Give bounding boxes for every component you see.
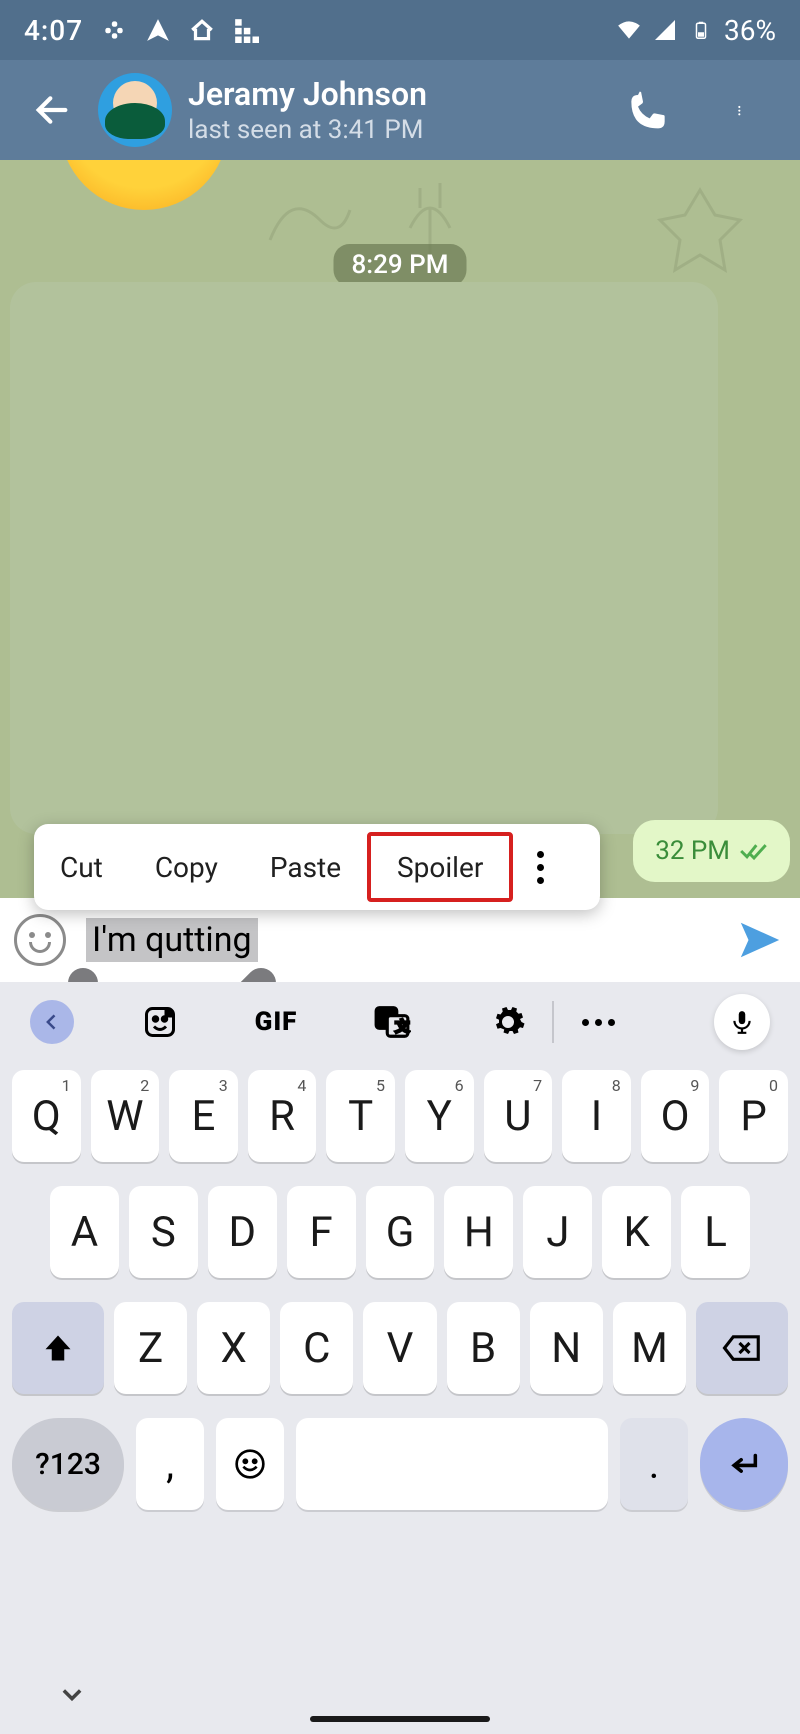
message-time: 32 PM — [655, 836, 730, 866]
key-a[interactable]: A — [50, 1186, 119, 1278]
context-paste[interactable]: Paste — [244, 824, 367, 910]
key-space[interactable] — [296, 1418, 608, 1510]
bars-icon — [233, 17, 259, 43]
key-s[interactable]: S — [129, 1186, 198, 1278]
chat-header: Jeramy Johnson last seen at 3:41 PM — [0, 60, 800, 160]
key-o[interactable]: O9 — [641, 1070, 710, 1162]
chat-body[interactable]: 8:29 PM 32 PM — [0, 160, 800, 898]
nav-bar[interactable] — [310, 1716, 490, 1722]
keyboard: GIF 文 Q1W2E3R4T5Y6U7I8O9P0 ASDFGHJKL ZXC… — [0, 982, 800, 1734]
contact-status: last seen at 3:41 PM — [188, 115, 427, 145]
key-m[interactable]: M — [613, 1302, 686, 1394]
key-e[interactable]: E3 — [169, 1070, 238, 1162]
contact-avatar[interactable] — [98, 73, 172, 147]
kb-collapse-button[interactable] — [30, 1000, 74, 1044]
status-time: 4:07 — [24, 14, 83, 47]
key-t[interactable]: T5 — [326, 1070, 395, 1162]
context-cut[interactable]: Cut — [34, 824, 129, 910]
key-shift[interactable] — [12, 1302, 104, 1394]
key-b[interactable]: B — [447, 1302, 520, 1394]
send-button[interactable] — [732, 912, 788, 968]
contact-name: Jeramy Johnson — [188, 75, 427, 113]
kb-more-button[interactable] — [568, 992, 628, 1052]
contact-info[interactable]: Jeramy Johnson last seen at 3:41 PM — [188, 75, 427, 145]
key-u[interactable]: U7 — [484, 1070, 553, 1162]
text-context-menu: Cut Copy Paste Spoiler — [34, 824, 600, 910]
message-input[interactable]: I'm qutting — [86, 918, 258, 962]
emoji-button[interactable] — [14, 914, 66, 966]
settings-button[interactable] — [478, 992, 538, 1052]
mic-button[interactable] — [714, 994, 770, 1050]
key-comma[interactable]: , — [136, 1418, 204, 1510]
key-numbers[interactable]: ?123 — [12, 1418, 124, 1510]
battery-icon — [688, 17, 714, 43]
call-button[interactable] — [624, 86, 672, 134]
outgoing-message-bubble[interactable]: 32 PM — [633, 820, 790, 882]
status-bar: 4:07 36% — [0, 0, 800, 60]
translate-button[interactable]: 文 — [362, 992, 422, 1052]
context-more[interactable] — [513, 851, 567, 884]
key-c[interactable]: C — [280, 1302, 353, 1394]
back-button[interactable] — [22, 80, 82, 140]
key-r[interactable]: R4 — [248, 1070, 317, 1162]
signal-icon — [652, 17, 678, 43]
key-g[interactable]: G — [366, 1186, 435, 1278]
key-emoji[interactable] — [216, 1418, 284, 1510]
key-k[interactable]: K — [602, 1186, 671, 1278]
key-period[interactable]: . — [620, 1418, 688, 1510]
gif-button[interactable]: GIF — [246, 992, 306, 1052]
key-l[interactable]: L — [681, 1186, 750, 1278]
key-d[interactable]: D — [208, 1186, 277, 1278]
key-x[interactable]: X — [197, 1302, 270, 1394]
key-n[interactable]: N — [530, 1302, 603, 1394]
more-options-button[interactable] — [718, 86, 766, 134]
slack-icon — [101, 17, 127, 43]
key-q[interactable]: Q1 — [12, 1070, 81, 1162]
key-j[interactable]: J — [523, 1186, 592, 1278]
context-spoiler[interactable]: Spoiler — [367, 832, 513, 902]
key-i[interactable]: I8 — [562, 1070, 631, 1162]
home-icon — [189, 17, 215, 43]
message-input-row: I'm qutting — [0, 898, 800, 982]
kb-hide-chevron[interactable] — [58, 1680, 86, 1712]
key-p[interactable]: P0 — [719, 1070, 788, 1162]
key-w[interactable]: W2 — [91, 1070, 160, 1162]
context-copy[interactable]: Copy — [129, 824, 244, 910]
wifi-icon — [616, 17, 642, 43]
key-y[interactable]: Y6 — [405, 1070, 474, 1162]
incoming-message-bubble[interactable] — [10, 282, 718, 834]
time-badge: 8:29 PM — [334, 244, 467, 286]
svg-text:文: 文 — [395, 1019, 409, 1036]
emoji-sticker — [60, 160, 228, 210]
key-backspace[interactable] — [696, 1302, 788, 1394]
message-input-text: I'm qutting — [92, 920, 252, 960]
keyboard-toolbar: GIF 文 — [0, 982, 800, 1062]
send-icon — [145, 17, 171, 43]
key-enter[interactable] — [700, 1418, 788, 1510]
read-checks-icon — [740, 841, 768, 861]
key-f[interactable]: F — [287, 1186, 356, 1278]
key-v[interactable]: V — [363, 1302, 436, 1394]
key-z[interactable]: Z — [114, 1302, 187, 1394]
sticker-button[interactable] — [130, 992, 190, 1052]
key-h[interactable]: H — [444, 1186, 513, 1278]
battery-percent: 36% — [724, 14, 776, 47]
